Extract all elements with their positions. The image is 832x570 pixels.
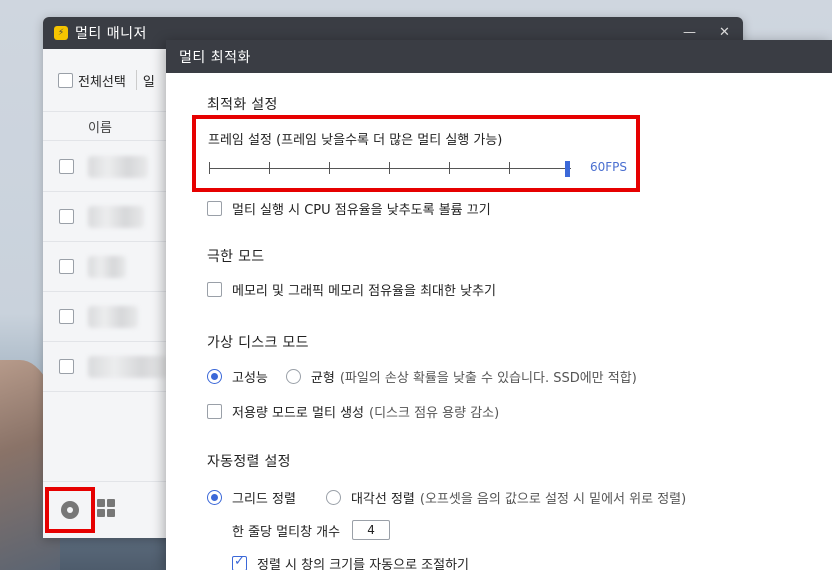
instance-row[interactable] bbox=[43, 292, 168, 342]
gear-icon bbox=[61, 501, 79, 519]
grid-view-icon[interactable] bbox=[97, 499, 115, 517]
slider-tick bbox=[269, 162, 270, 174]
auto-arrange-section-title: 자동정렬 설정 bbox=[207, 454, 291, 470]
select-all-checkbox[interactable] bbox=[58, 72, 73, 88]
close-icon[interactable]: ✕ bbox=[719, 25, 730, 40]
blurred-instance-name bbox=[88, 205, 144, 228]
app-logo-icon: ⚡ bbox=[54, 26, 68, 40]
fps-slider-handle[interactable] bbox=[565, 161, 570, 177]
blurred-instance-name bbox=[88, 255, 126, 278]
instance-row[interactable] bbox=[43, 192, 168, 242]
row-checkbox[interactable] bbox=[59, 209, 74, 224]
cpu-volume-checkbox[interactable] bbox=[207, 201, 222, 216]
grid-arrange-label[interactable]: 그리드 정렬 bbox=[232, 488, 296, 507]
optimization-section-title: 최적화 설정 bbox=[207, 97, 278, 113]
slider-tick bbox=[449, 162, 450, 174]
slider-tick bbox=[329, 162, 330, 174]
manager-toolbar: 전체선택 일 bbox=[43, 49, 168, 112]
toolbar-button-truncated[interactable]: 일 bbox=[143, 71, 155, 90]
row-checkbox[interactable] bbox=[59, 259, 74, 274]
memory-option[interactable]: 메모리 및 그래픽 메모리 점유율을 최대한 낮추기 bbox=[207, 280, 496, 299]
instance-row[interactable] bbox=[43, 242, 168, 292]
memory-checkbox[interactable] bbox=[207, 282, 222, 297]
minimize-icon[interactable]: — bbox=[683, 25, 696, 40]
row-checkbox[interactable] bbox=[59, 309, 74, 324]
high-performance-radio[interactable] bbox=[207, 369, 222, 384]
auto-size-label[interactable]: 정렬 시 창의 크기를 자동으로 조절하기 bbox=[257, 554, 469, 570]
cpu-volume-label[interactable]: 멀티 실행 시 CPU 점유율을 낮추도록 볼륨 끄기 bbox=[232, 199, 491, 218]
instance-row[interactable] bbox=[43, 142, 168, 192]
frame-setting-label: 프레임 설정 (프레임 낮을수록 더 많은 멀티 실행 가능) bbox=[208, 133, 503, 148]
frame-setting-highlight bbox=[192, 115, 640, 192]
extreme-section-title: 극한 모드 bbox=[207, 249, 265, 265]
settings-button[interactable] bbox=[45, 487, 95, 533]
low-capacity-option[interactable]: 저용량 모드로 멀티 생성 (디스크 점유 용량 감소) bbox=[207, 402, 499, 421]
balanced-radio[interactable] bbox=[285, 369, 301, 384]
per-row-input[interactable]: 4 bbox=[352, 520, 391, 540]
high-performance-label[interactable]: 고성능 bbox=[232, 367, 268, 386]
column-name-header: 이름 bbox=[88, 121, 112, 136]
low-capacity-label[interactable]: 저용량 모드로 멀티 생성 bbox=[232, 402, 364, 421]
grid-arrange-radio[interactable] bbox=[207, 490, 222, 505]
slider-tick bbox=[389, 162, 390, 174]
manager-title: 멀티 매니저 bbox=[75, 26, 147, 42]
memory-label[interactable]: 메모리 및 그래픽 메모리 점유율을 최대한 낮추기 bbox=[232, 280, 496, 299]
select-all-label[interactable]: 전체선택 bbox=[78, 71, 126, 90]
disk-mode-radio-group: 고성능 균형 (파일의 손상 확률을 낮출 수 있습니다. SSD에만 적합) bbox=[207, 367, 637, 386]
multi-optimization-dialog: 멀티 최적화 최적화 설정 프레임 설정 (프레임 낮을수록 더 많은 멀티 실… bbox=[166, 40, 832, 570]
slider-tick bbox=[509, 162, 510, 174]
arrange-mode-radio-group: 그리드 정렬 대각선 정렬 (오프셋을 음의 값으로 설정 시 밑에서 위로 정… bbox=[207, 488, 686, 507]
blurred-instance-name bbox=[88, 155, 148, 178]
per-row-count-option: 한 줄당 멀티창 개수 4 bbox=[232, 520, 391, 540]
diagonal-arrange-radio[interactable] bbox=[325, 490, 341, 505]
low-capacity-checkbox[interactable] bbox=[207, 404, 222, 419]
blurred-instance-name bbox=[88, 305, 138, 328]
per-row-label: 한 줄당 멀티창 개수 bbox=[232, 524, 341, 540]
fps-slider-track[interactable] bbox=[209, 168, 571, 169]
slider-tick bbox=[209, 162, 210, 174]
cpu-volume-option[interactable]: 멀티 실행 시 CPU 점유율을 낮추도록 볼륨 끄기 bbox=[207, 199, 491, 218]
diagonal-arrange-label[interactable]: 대각선 정렬 bbox=[351, 488, 415, 507]
virtual-disk-section-title: 가상 디스크 모드 bbox=[207, 335, 309, 351]
row-checkbox[interactable] bbox=[59, 159, 74, 174]
fps-value: 60FPS bbox=[590, 160, 628, 174]
low-capacity-note: (디스크 점유 용량 감소) bbox=[369, 406, 500, 421]
auto-size-checkbox[interactable] bbox=[232, 554, 247, 570]
balanced-note: (파일의 손상 확률을 낮출 수 있습니다. SSD에만 적합) bbox=[339, 371, 637, 386]
column-header: 이름 bbox=[43, 113, 168, 141]
blurred-instance-name bbox=[88, 355, 168, 378]
dialog-title: 멀티 최적화 bbox=[179, 49, 251, 66]
toolbar-divider bbox=[135, 70, 137, 90]
balanced-label[interactable]: 균형 bbox=[311, 367, 335, 386]
row-checkbox[interactable] bbox=[59, 359, 74, 374]
auto-size-option[interactable]: 정렬 시 창의 크기를 자동으로 조절하기 bbox=[232, 554, 469, 570]
instance-row[interactable] bbox=[43, 342, 168, 392]
dialog-titlebar: 멀티 최적화 bbox=[166, 40, 832, 73]
diagonal-note: (오프셋을 음의 값으로 설정 시 밑에서 위로 정렬) bbox=[419, 492, 687, 507]
